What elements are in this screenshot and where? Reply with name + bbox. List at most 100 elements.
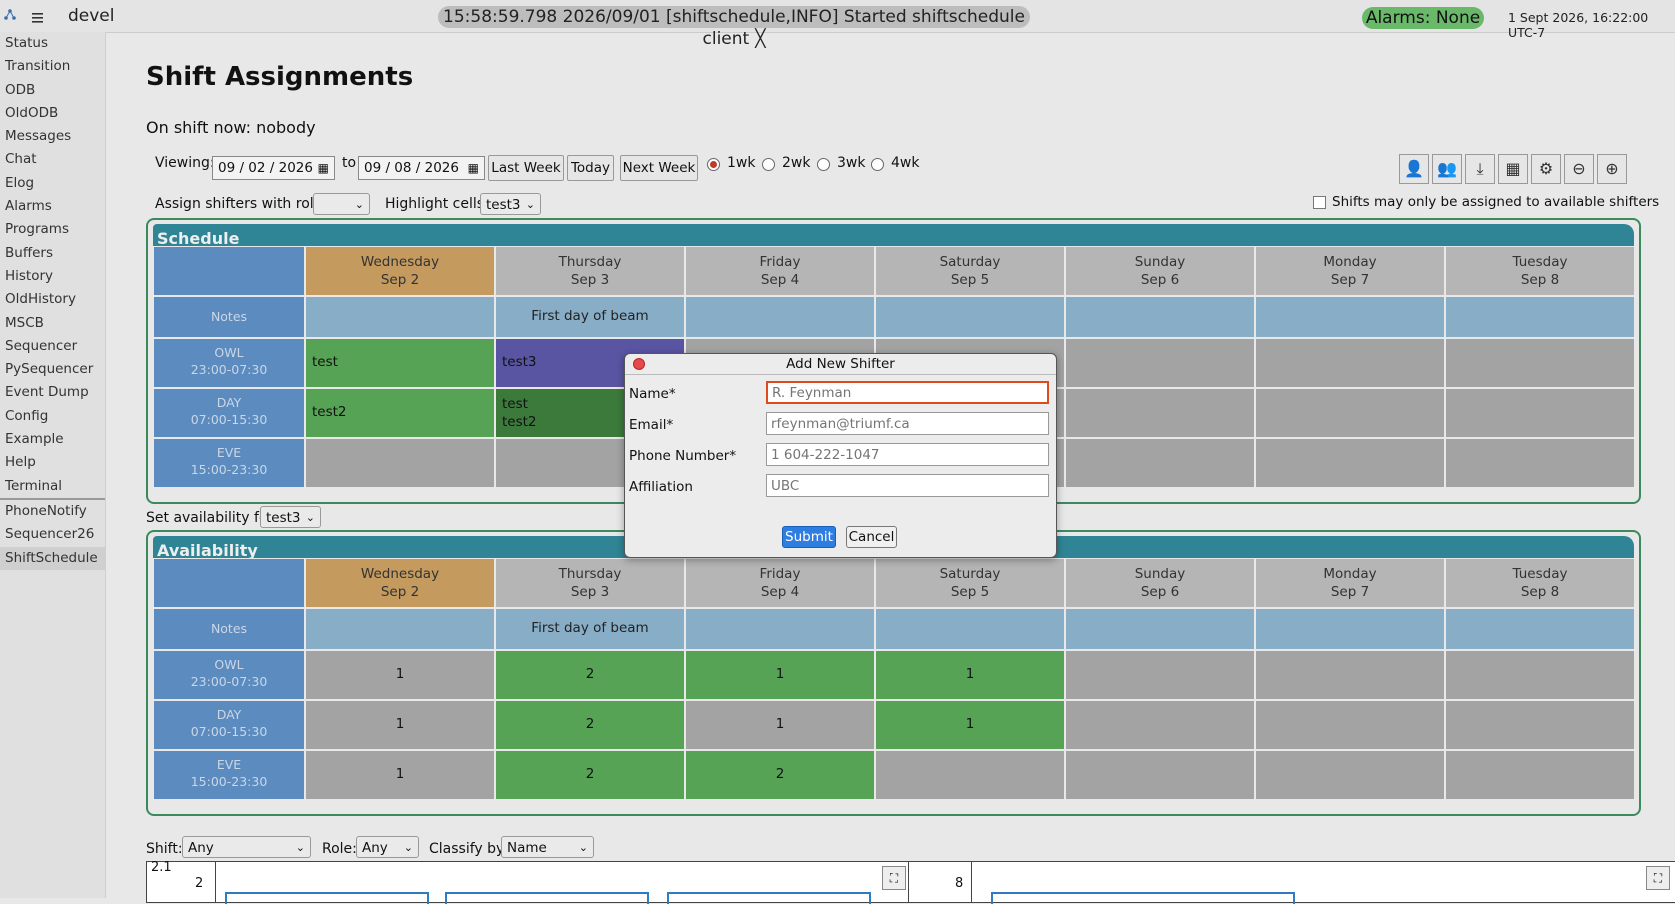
to-date-input[interactable]: 09 / 08 / 2026 ▦ [358,156,485,180]
note-cell[interactable] [1065,296,1255,338]
schedule-cell[interactable]: test [305,338,495,388]
fullscreen-icon[interactable]: ⛶ [1646,866,1670,890]
availability-cell[interactable]: 2 [495,700,685,750]
sidebar-item[interactable]: Alarms [0,195,105,218]
note-cell[interactable] [685,608,875,650]
note-cell[interactable] [875,296,1065,338]
next-week-button[interactable]: Next Week [620,155,698,181]
cancel-button[interactable]: Cancel [846,526,897,548]
settings-icon[interactable]: ⚙ [1531,154,1561,184]
phone-field[interactable] [766,443,1049,466]
availability-cell[interactable]: 1 [305,750,495,800]
availability-cell[interactable]: 1 [875,700,1065,750]
sidebar-item[interactable]: Messages [0,125,105,148]
note-cell[interactable] [685,296,875,338]
schedule-cell[interactable] [1065,338,1255,388]
sidebar-item[interactable]: Programs [0,218,105,241]
note-cell[interactable] [305,296,495,338]
availability-cell[interactable]: 1 [685,650,875,700]
availability-cell[interactable] [1065,700,1255,750]
availability-cell[interactable] [1065,650,1255,700]
sidebar-item[interactable]: ODB [0,79,105,102]
highlight-select[interactable]: test3 ⌄ [480,193,541,215]
schedule-cell[interactable] [1255,338,1445,388]
range-4wk-radio[interactable] [871,158,884,171]
calendar-icon[interactable]: ▦ [1498,154,1528,184]
schedule-cell[interactable] [1065,438,1255,488]
note-cell[interactable] [1255,296,1445,338]
availability-cell[interactable]: 2 [495,650,685,700]
sidebar-item[interactable]: OldODB [0,102,105,125]
note-cell[interactable] [1065,608,1255,650]
schedule-cell[interactable] [1255,438,1445,488]
availability-cell[interactable] [1445,750,1635,800]
name-field[interactable] [766,381,1049,404]
sidebar-item[interactable]: Buffers [0,242,105,265]
schedule-cell[interactable] [1445,388,1635,438]
availability-cell[interactable] [1065,750,1255,800]
note-cell[interactable] [875,608,1065,650]
message-bar[interactable]: 15:58:59.798 2026/09/01 [shiftschedule,I… [438,6,1030,49]
note-cell[interactable] [1445,608,1635,650]
range-2wk-radio[interactable] [762,158,775,171]
last-week-button[interactable]: Last Week [488,155,564,181]
sidebar-item[interactable]: Event Dump [0,381,105,404]
note-cell[interactable]: First day of beam [495,608,685,650]
availability-cell[interactable]: 1 [875,650,1065,700]
menu-icon[interactable] [4,7,48,29]
availability-cell[interactable]: 2 [495,750,685,800]
set-availability-select[interactable]: test3 ⌄ [260,506,321,528]
note-cell[interactable] [305,608,495,650]
email-field[interactable] [766,412,1049,435]
calendar-icon[interactable]: ▦ [468,157,479,179]
assign-role-select[interactable]: ⌄ [313,193,370,215]
classify-select[interactable]: Name ⌄ [501,836,594,858]
availability-cell[interactable]: 2 [685,750,875,800]
add-shifter-icon[interactable]: 👤 [1399,154,1429,184]
schedule-cell[interactable] [1065,388,1255,438]
shift-filter-select[interactable]: Any ⌄ [182,836,311,858]
sidebar-item[interactable]: History [0,265,105,288]
availability-cell[interactable] [1445,650,1635,700]
available-only-checkbox[interactable] [1313,196,1326,209]
from-date-input[interactable]: 09 / 02 / 2026 ▦ [212,156,335,180]
today-button[interactable]: Today [567,155,614,181]
sidebar-item[interactable]: OldHistory [0,288,105,311]
sidebar-item[interactable]: Terminal [0,475,105,498]
availability-cell[interactable] [1255,750,1445,800]
sidebar-item[interactable]: Status [0,32,105,55]
availability-cell[interactable] [1255,650,1445,700]
sidebar-item[interactable]: Sequencer [0,335,105,358]
sidebar-item[interactable]: ShiftSchedule [0,546,105,570]
availability-cell[interactable]: 1 [305,700,495,750]
close-icon[interactable] [633,358,645,370]
schedule-cell[interactable]: test2 [305,388,495,438]
next-icon[interactable]: ⊕ [1597,154,1627,184]
alarms-badge[interactable]: Alarms: None [1362,7,1484,29]
note-cell[interactable] [1255,608,1445,650]
schedule-cell[interactable] [1445,338,1635,388]
fullscreen-icon[interactable]: ⛶ [882,866,906,890]
sidebar-item[interactable]: Sequencer26 [0,523,105,546]
previous-icon[interactable]: ⊖ [1564,154,1594,184]
schedule-cell[interactable] [305,438,495,488]
sidebar-item[interactable]: Transition [0,55,105,78]
sidebar-item[interactable]: MSCB [0,312,105,335]
availability-cell[interactable] [875,750,1065,800]
availability-cell[interactable] [1255,700,1445,750]
role-filter-select[interactable]: Any ⌄ [356,836,419,858]
affiliation-field[interactable] [766,474,1049,497]
note-cell[interactable]: First day of beam [495,296,685,338]
range-3wk-radio[interactable] [817,158,830,171]
sidebar-item[interactable]: PySequencer [0,358,105,381]
availability-cell[interactable]: 1 [685,700,875,750]
sidebar-item[interactable]: Config [0,405,105,428]
sidebar-item[interactable]: Help [0,451,105,474]
schedule-cell[interactable] [1445,438,1635,488]
sidebar-item[interactable]: Example [0,428,105,451]
sidebar-item[interactable]: Chat [0,148,105,171]
sidebar-item[interactable]: Elog [0,172,105,195]
sidebar-item[interactable]: PhoneNotify [0,500,105,523]
calendar-icon[interactable]: ▦ [318,157,329,179]
download-icon[interactable]: ⤓ [1465,154,1495,184]
